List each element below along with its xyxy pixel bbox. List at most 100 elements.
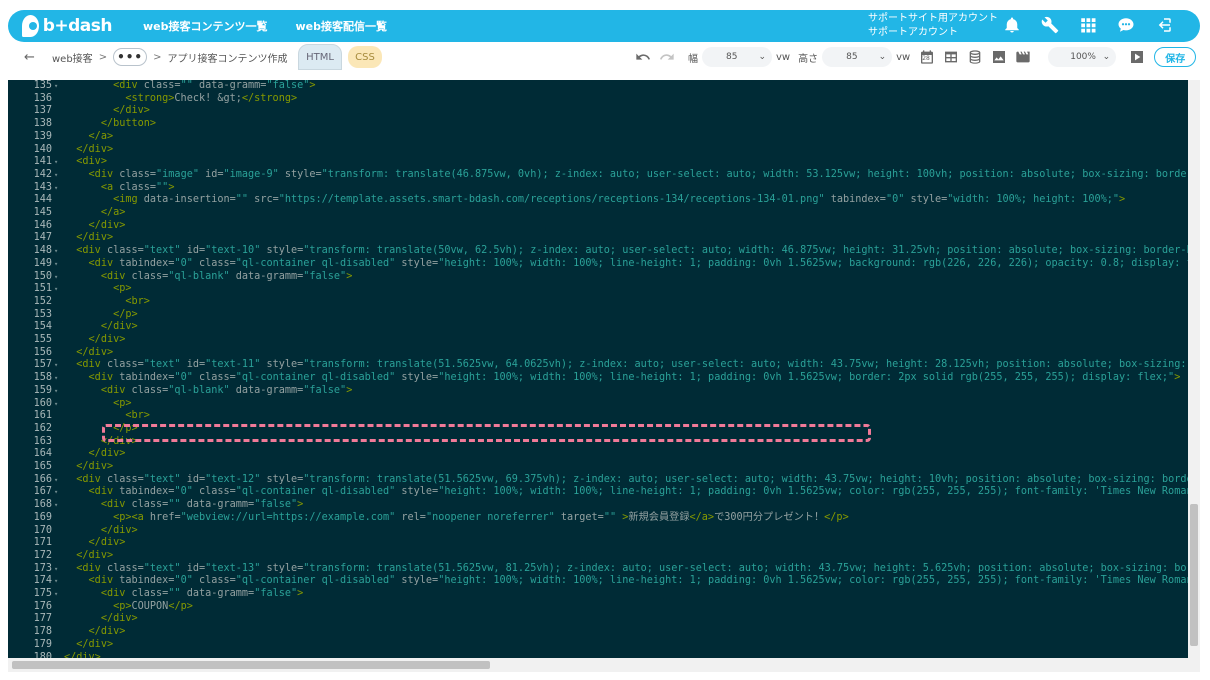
line-code: <div class="text" id="text-10" style="tr… — [76, 245, 1188, 257]
fold-arrow-icon[interactable]: ▾ — [54, 169, 58, 182]
line-code: </div> — [88, 334, 126, 345]
code-editor[interactable]: 135 ▾ <div class="" data-gramm="false"> 13… — [8, 80, 1188, 658]
fold-arrow-icon[interactable]: ▾ — [54, 271, 58, 284]
line-number: 149 — [33, 257, 52, 269]
fold-arrow-icon[interactable]: ▾ — [54, 486, 58, 499]
line-code: <div class="" data-gramm="false"> — [113, 80, 316, 91]
line-number: 158 — [33, 372, 52, 384]
line-number: 173 — [33, 562, 52, 574]
fold-arrow-icon[interactable]: ▾ — [54, 245, 58, 258]
toolbar-right: 幅 85 ⌄ vw 高さ 85 ⌄ vw 28 100% ⌄ 保存 — [634, 45, 1197, 69]
line-number: 176 — [33, 600, 52, 612]
line-number: 179 — [33, 638, 52, 650]
line-code: <p>COUPON</p> — [113, 600, 193, 612]
fold-arrow-icon[interactable]: ▾ — [54, 372, 58, 385]
line-number: 138 — [33, 118, 52, 130]
nav-content-list[interactable]: web接客コンテンツ一覧 — [143, 18, 268, 34]
line-number: 154 — [33, 321, 52, 333]
horizontal-scroll-thumb[interactable] — [12, 661, 490, 669]
image-icon[interactable] — [990, 48, 1008, 66]
breadcrumb-separator: > — [98, 51, 108, 63]
height-label: 高さ — [798, 53, 819, 65]
line-code: </div> — [76, 461, 114, 472]
calendar-icon[interactable]: 28 — [918, 48, 936, 66]
line-code: </div> — [76, 549, 114, 561]
fold-arrow-icon[interactable]: ▾ — [54, 563, 58, 576]
tab-html[interactable]: HTML — [298, 44, 342, 70]
line-code: </div> — [100, 613, 138, 625]
line-number: 168 — [33, 499, 52, 511]
bell-icon[interactable] — [1002, 15, 1022, 35]
zoom-select[interactable]: 100% ⌄ — [1048, 47, 1117, 67]
calendar-day: 28 — [922, 55, 930, 62]
line-number: 155 — [33, 334, 52, 345]
video-icon[interactable] — [1014, 48, 1032, 66]
line-code: <div class="ql-blank" data-gramm="false"… — [100, 270, 353, 282]
tab-css[interactable]: CSS — [348, 46, 382, 68]
fold-arrow-icon[interactable]: ▾ — [54, 575, 58, 588]
fold-arrow-icon[interactable]: ▾ — [54, 398, 58, 411]
undo-icon[interactable] — [634, 48, 652, 66]
redo-icon[interactable] — [658, 48, 676, 66]
line-code: <div class="" data-gramm="false"> — [100, 588, 304, 599]
width-label: 幅 — [688, 53, 698, 65]
fold-arrow-icon[interactable]: ▾ — [54, 182, 58, 195]
line-code: <p> — [113, 283, 132, 295]
line-number: 135 — [33, 80, 52, 91]
database-icon[interactable] — [966, 48, 984, 66]
preview-icon[interactable] — [1128, 48, 1146, 66]
chat-icon[interactable] — [1116, 15, 1136, 35]
chevron-down-icon: ⌄ — [1102, 52, 1111, 62]
line-code: <img data-insertion="" src="https://temp… — [113, 194, 1126, 206]
line-number: 144 — [33, 194, 52, 206]
fold-arrow-icon[interactable]: ▾ — [54, 499, 58, 512]
line-number: 148 — [33, 245, 52, 257]
line-code: <br> — [125, 295, 150, 307]
line-code: <div tabindex="0" class="ql-container ql… — [88, 257, 1188, 269]
fold-arrow-icon[interactable]: ▾ — [54, 258, 58, 271]
logout-icon[interactable] — [1154, 15, 1174, 35]
wrench-icon[interactable] — [1040, 15, 1060, 35]
fold-arrow-icon[interactable]: ▾ — [54, 283, 58, 296]
horizontal-scrollbar[interactable] — [8, 658, 1188, 672]
height-input[interactable]: 85 ⌄ — [822, 47, 893, 67]
breadcrumb-more-button[interactable]: ••• — [113, 48, 148, 66]
width-unit: vw — [776, 51, 791, 63]
line-number: 171 — [33, 537, 52, 549]
line-number: 170 — [33, 524, 52, 536]
line-number: 175 — [33, 588, 52, 599]
line-code: <div class="image" id="image-9" style="t… — [88, 168, 1188, 180]
fold-arrow-icon[interactable]: ▾ — [54, 80, 58, 93]
fold-arrow-icon[interactable]: ▾ — [54, 385, 58, 398]
line-code: <div tabindex="0" class="ql-container ql… — [88, 575, 1188, 587]
line-code: </div> — [88, 448, 126, 460]
chevron-down-icon: ⌄ — [758, 52, 766, 62]
nav-delivery-list[interactable]: web接客配信一覧 — [296, 18, 388, 34]
line-number: 137 — [33, 105, 52, 117]
fold-arrow-icon[interactable]: ▾ — [54, 359, 58, 372]
logo-mark-icon — [22, 15, 39, 37]
back-arrow-icon[interactable]: ← — [24, 50, 38, 65]
account-info[interactable]: サポートサイト用アカウント サポートアカウント — [868, 12, 1000, 40]
line-number: 163 — [33, 435, 52, 447]
fold-arrow-icon[interactable]: ▾ — [54, 474, 58, 487]
top-icons — [1002, 15, 1174, 35]
save-button[interactable]: 保存 — [1154, 47, 1197, 67]
line-number: 162 — [33, 422, 52, 434]
grid-icon[interactable] — [1078, 15, 1098, 35]
breadcrumb-web[interactable]: web接客 — [52, 50, 93, 65]
vertical-scrollbar[interactable] — [1188, 80, 1200, 672]
width-input[interactable]: 85 ⌄ — [702, 47, 772, 67]
line-code: <strong>Check! &gt;</strong> — [125, 92, 298, 104]
height-unit: vw — [896, 51, 911, 63]
line-number: 150 — [33, 270, 52, 282]
line-code: </div> — [88, 626, 126, 638]
logo[interactable]: b+dash — [22, 15, 113, 37]
line-number: 139 — [33, 130, 52, 142]
fold-arrow-icon[interactable]: ▾ — [54, 156, 58, 169]
table-icon[interactable] — [942, 48, 960, 66]
logo-text: b+dash — [42, 16, 113, 36]
line-number: 159 — [33, 384, 52, 396]
fold-arrow-icon[interactable]: ▾ — [54, 588, 58, 601]
vertical-scroll-thumb[interactable] — [1190, 504, 1198, 646]
